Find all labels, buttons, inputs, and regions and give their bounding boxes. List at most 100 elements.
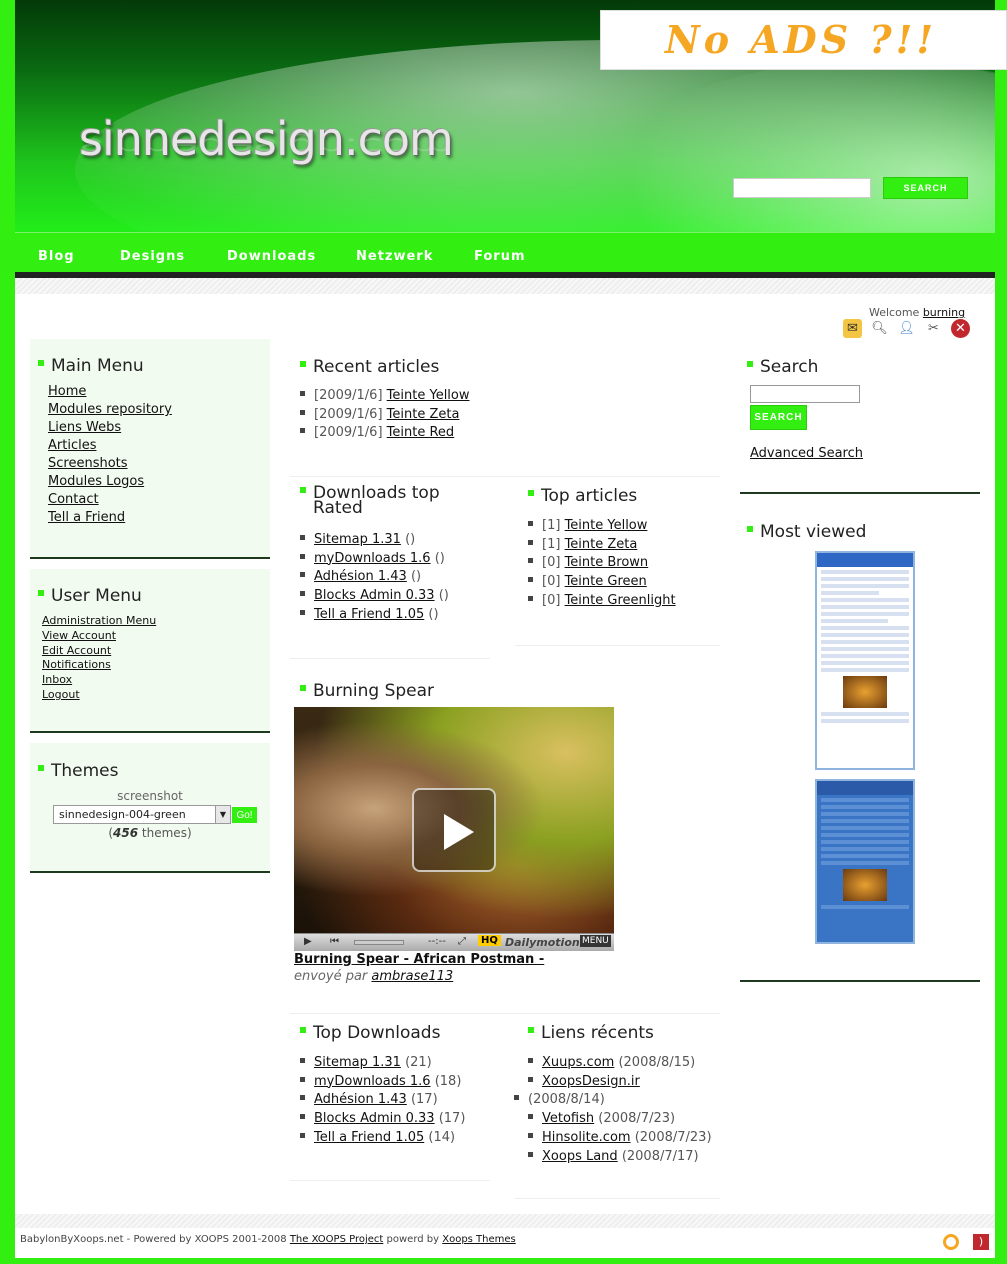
ad-banner[interactable]: No ADS ?!! [600,10,1007,70]
article-link[interactable]: Teinte Greenlight [565,593,676,608]
download-link[interactable]: Sitemap 1.31 [314,1055,401,1070]
header-search-button[interactable]: Search [883,177,968,199]
refresh-icon[interactable] [943,1234,959,1250]
most-viewed-thumbnail[interactable] [815,779,915,944]
download-link[interactable]: Sitemap 1.31 [314,532,401,547]
site-link[interactable]: XoopsDesign.ir [542,1074,640,1089]
user-icon[interactable]: 👤︎ [897,319,916,338]
user-menu-item-logout[interactable]: Logout [42,688,80,701]
user-menu-item-inbox[interactable]: Inbox [42,673,72,686]
download-link[interactable]: Tell a Friend 1.05 [314,607,424,622]
divider [515,645,720,646]
site-link[interactable]: Xuups.com [542,1055,614,1070]
menu-item-modules-logos[interactable]: Modules Logos [48,474,144,489]
play-icon[interactable] [412,788,496,872]
most-viewed-thumbnail[interactable] [815,551,915,770]
menu-item-articles[interactable]: Articles [48,438,96,453]
list-item: myDownloads 1.6 () [300,550,449,569]
menu-item-modules-repository[interactable]: Modules repository [48,402,172,417]
fullscreen-icon[interactable]: ⤢ [458,936,466,947]
site-link[interactable]: Vetofish [542,1111,594,1126]
download-link[interactable]: Tell a Friend 1.05 [314,1130,424,1145]
menu-item-tell-a-friend[interactable]: Tell a Friend [48,510,125,525]
advanced-search-link[interactable]: Advanced Search [750,446,863,461]
recent-links-title: Liens récents [528,1023,654,1043]
video-time: --:-- [428,936,446,947]
top-articles-title: Top articles [528,486,637,506]
footer: BabylonByXoops.net - Powered by XOOPS 20… [20,1234,516,1245]
downloads-top-rated-title: Downloads top Rated [300,485,440,517]
download-link[interactable]: myDownloads 1.6 [314,1074,431,1089]
list-item: Vetofish (2008/7/23) [528,1110,712,1129]
list-item: Tell a Friend 1.05 (14) [300,1129,465,1148]
menu-item-screenshots[interactable]: Screenshots [48,456,128,471]
user-menu-item-view-account[interactable]: View Account [42,629,116,642]
nav-item-designs[interactable]: Designs [120,249,185,264]
menu-item-liens-webs[interactable]: Liens Webs [48,420,121,435]
user-icons: ✉ 🔍︎ 👤︎ ✂ ✕ [843,319,970,338]
list-item: Sitemap 1.31 () [300,531,449,550]
video-title-link[interactable]: Burning Spear - African Postman - [294,952,544,967]
theme-go-button[interactable]: Go! [232,807,257,823]
most-viewed-title: Most viewed [747,522,866,542]
list-item: [0] Teinte Green [528,573,676,592]
downloads-top-rated-list: Sitemap 1.31 () myDownloads 1.6 () Adhés… [300,531,449,625]
article-link[interactable]: Teinte Yellow [565,518,648,533]
hq-button[interactable]: HQ [478,935,501,946]
header-search-input[interactable] [733,178,871,198]
divider [740,492,980,494]
article-link[interactable]: Teinte Green [565,574,647,589]
list-item: [2009/1/6] Teinte Yellow [300,387,470,406]
site-link[interactable]: Xoops Land [542,1149,618,1164]
list-item: Xuups.com (2008/8/15) [528,1054,712,1073]
nav-item-netzwerk[interactable]: Netzwerk [356,249,433,264]
welcome-username-link[interactable]: burning [923,306,965,319]
rss-icon[interactable]: ) [973,1234,989,1250]
volume-slider[interactable] [354,940,404,945]
site-link[interactable]: Hinsolite.com [542,1130,631,1145]
tools-icon[interactable]: ✂ [924,319,943,338]
video-player[interactable]: ▶ ⏮ --:-- ⤢ HQ Dailymotion MENU [294,707,614,951]
download-link[interactable]: myDownloads 1.6 [314,551,431,566]
xoops-project-link[interactable]: The XOOPS Project [290,1234,384,1245]
logout-icon[interactable]: ✕ [951,319,970,338]
video-menu-button[interactable]: MENU [580,935,611,947]
search-icon[interactable]: 🔍︎ [870,319,889,338]
article-link[interactable]: Teinte Zeta [387,407,460,422]
menu-item-home[interactable]: Home [48,384,86,399]
xoops-themes-link[interactable]: Xoops Themes [442,1234,516,1245]
inbox-icon[interactable]: ✉ [843,319,862,338]
list-item: [1] Teinte Zeta [528,536,676,555]
user-menu-item-notifications[interactable]: Notifications [42,658,111,671]
list-item: [2009/1/6] Teinte Zeta [300,406,470,425]
list-item: Blocks Admin 0.33 (17) [300,1110,465,1129]
welcome-text: Welcome burning [869,306,965,319]
main-menu-list: Home Modules repository Liens Webs Artic… [48,383,172,527]
divider [290,476,720,477]
themes-block: Themes screenshot sinnedesign-004-green … [30,743,270,873]
nav-item-blog[interactable]: Blog [38,249,75,264]
download-link[interactable]: Adhésion 1.43 [314,1092,407,1107]
theme-select-value: sinnedesign-004-green [59,808,186,821]
article-link[interactable]: Teinte Brown [565,555,649,570]
nav-item-forum[interactable]: Forum [474,249,526,264]
article-link[interactable]: Teinte Red [387,425,455,440]
user-menu-item-edit-account[interactable]: Edit Account [42,644,111,657]
video-author-link[interactable]: ambrase113 [371,969,453,984]
search-button[interactable]: Search [750,405,807,430]
download-link[interactable]: Adhésion 1.43 [314,569,407,584]
theme-select[interactable]: sinnedesign-004-green ▼ [53,805,231,824]
menu-item-contact[interactable]: Contact [48,492,99,507]
user-menu-item-administration[interactable]: Administration Menu [42,614,156,627]
article-link[interactable]: Teinte Zeta [565,537,638,552]
play-small-icon[interactable]: ▶ [304,936,312,947]
user-menu-list: Administration Menu View Account Edit Ac… [42,614,156,703]
download-link[interactable]: Blocks Admin 0.33 [314,588,435,603]
video-block-title: Burning Spear [300,681,434,701]
article-link[interactable]: Teinte Yellow [387,388,470,403]
search-input[interactable] [750,385,860,403]
nav-item-downloads[interactable]: Downloads [227,249,316,264]
download-link[interactable]: Blocks Admin 0.33 [314,1111,435,1126]
rewind-icon[interactable]: ⏮ [330,936,339,947]
divider [740,980,980,982]
